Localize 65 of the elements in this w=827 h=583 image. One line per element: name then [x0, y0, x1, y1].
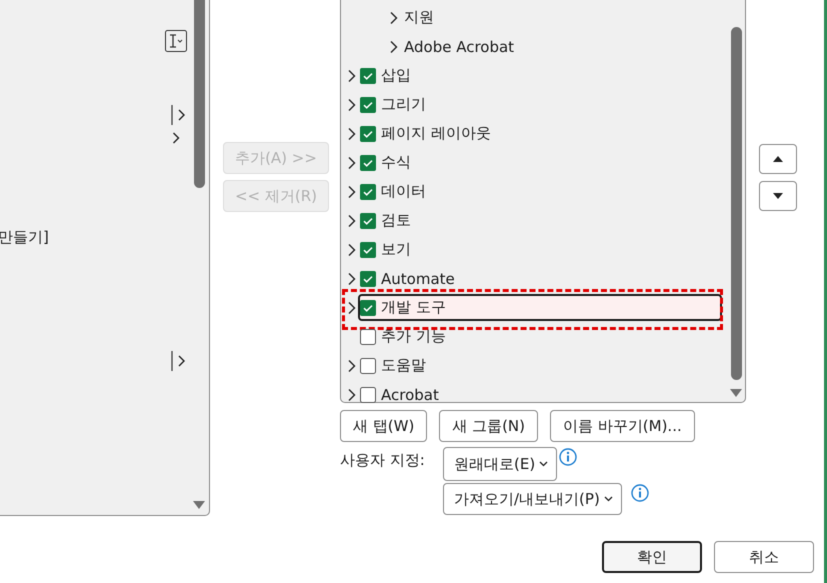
expand-chevron-icon[interactable] [346, 214, 356, 228]
scrollbar-thumb[interactable] [730, 27, 742, 380]
split-chevron-icon [171, 350, 187, 372]
group-label[interactable]: 지원 [404, 8, 434, 27]
ok-button[interactable]: 확인 [602, 541, 702, 573]
triangle-down-icon [773, 193, 783, 199]
checkbox[interactable] [360, 126, 376, 142]
expand-chevron-icon[interactable] [346, 126, 356, 140]
checkbox[interactable] [360, 96, 376, 112]
rename-button[interactable]: 이름 바꾸기(M)... [550, 410, 695, 442]
scrollbar-thumb[interactable] [194, 0, 204, 188]
expand-chevron-icon[interactable] [388, 40, 398, 54]
group-label[interactable]: Adobe Acrobat [404, 38, 514, 56]
expand-chevron-icon[interactable] [346, 272, 356, 286]
checkbox[interactable] [360, 184, 376, 200]
expand-chevron-icon[interactable] [388, 10, 398, 24]
dropdown-button[interactable]: 가져오기/내보내기(P) [443, 483, 622, 515]
expand-chevron-icon[interactable] [346, 156, 356, 170]
checkbox[interactable] [360, 154, 376, 170]
caret-icon [539, 461, 548, 467]
info-icon[interactable] [630, 484, 649, 502]
tab-label[interactable]: Automate [381, 270, 455, 288]
triangle-up-icon [773, 156, 783, 162]
expand-chevron-icon[interactable] [346, 300, 356, 314]
split-chevron-icon [171, 104, 187, 126]
new-group-button[interactable]: 새 그룹(N) [439, 410, 538, 442]
tab-label[interactable]: 그리기 [381, 95, 426, 114]
checkbox[interactable] [360, 212, 376, 228]
tab-label[interactable]: 개발 도구 [381, 298, 446, 317]
tab-label[interactable]: 페이지 레이아웃 [381, 124, 491, 143]
new-tab-button[interactable]: 새 탭(W) [340, 410, 428, 442]
info-icon[interactable] [559, 448, 578, 466]
tab-label[interactable]: 추가 기능 [381, 327, 446, 346]
scroll-down-icon[interactable] [730, 389, 742, 397]
list-item[interactable]: 만들기] [0, 228, 49, 246]
tab-label[interactable]: 수식 [381, 153, 411, 172]
tab-label[interactable]: 삽입 [381, 66, 411, 85]
tab-label[interactable]: 보기 [381, 240, 411, 259]
expand-chevron-icon[interactable] [346, 388, 356, 402]
cancel-button[interactable]: 취소 [714, 541, 814, 573]
text-cursor-dropdown-icon [165, 30, 187, 52]
checkbox[interactable] [360, 270, 376, 286]
tab-label[interactable]: 도움말 [381, 356, 426, 375]
checkbox[interactable] [360, 242, 376, 258]
caret-icon [604, 496, 613, 502]
expand-chevron-icon[interactable] [346, 98, 356, 112]
checkbox[interactable] [360, 358, 376, 374]
expand-chevron-icon[interactable] [346, 242, 356, 256]
checkbox[interactable] [360, 386, 376, 402]
chevron-icon [172, 131, 180, 145]
checkbox[interactable] [360, 328, 376, 344]
move-down-button[interactable] [759, 181, 797, 211]
tab-label[interactable]: 데이터 [381, 182, 426, 201]
checkbox[interactable] [360, 300, 376, 316]
customize-label: 사용자 지정: [340, 450, 426, 470]
expand-chevron-icon[interactable] [346, 184, 356, 198]
scroll-down-icon[interactable] [193, 501, 205, 509]
expand-chevron-icon[interactable] [346, 68, 356, 82]
checkbox[interactable] [360, 68, 376, 84]
tab-label[interactable]: Acrobat [381, 386, 439, 404]
selected-row[interactable]: 개발 도구 [358, 294, 722, 321]
tab-label[interactable]: 검토 [381, 211, 411, 230]
dropdown-button[interactable]: 원래대로(E) [443, 447, 558, 481]
move-up-button[interactable] [759, 144, 797, 174]
expand-chevron-icon[interactable] [346, 358, 356, 372]
